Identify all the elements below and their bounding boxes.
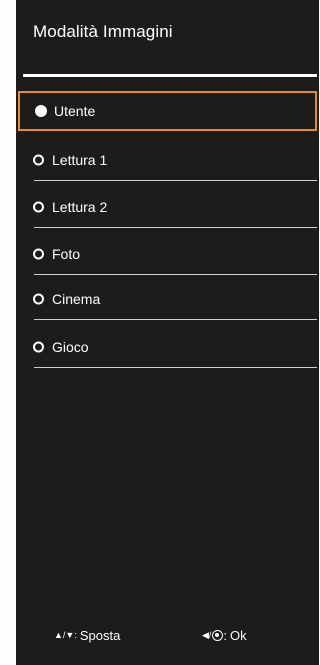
option-label: Gioco: [52, 339, 89, 355]
ok-hint-colon: :: [223, 628, 228, 643]
option-divider: [34, 180, 317, 181]
move-hint: ▲/▼: Sposta: [54, 628, 120, 643]
title-divider: [23, 74, 317, 77]
option-divider: [34, 367, 317, 368]
option-label: Lettura 1: [52, 152, 108, 168]
option-lettura-1[interactable]: Lettura 1: [18, 140, 317, 181]
move-hint-label: Sposta: [79, 628, 121, 643]
radio-unselected-icon: [33, 293, 44, 305]
option-label: Utente: [54, 103, 96, 119]
ok-hint-label: Ok: [230, 628, 247, 643]
radio-unselected-icon: [33, 341, 44, 353]
left-arrow-icon: ◀/: [202, 630, 212, 640]
option-label: Lettura 2: [52, 199, 108, 215]
radio-selected-icon: [35, 105, 47, 117]
picture-mode-menu: Modalità Immagini Utente Lettura 1 Lettu…: [16, 0, 319, 665]
key-hints-footer: ▲/▼: Sposta ◀/ : Ok: [16, 628, 319, 648]
option-label: Cinema: [52, 291, 101, 307]
ok-hint: ◀/ : Ok: [202, 628, 247, 643]
option-utente[interactable]: Utente: [18, 91, 317, 131]
option-gioco[interactable]: Gioco: [18, 327, 317, 368]
menu-title: Modalità Immagini: [33, 22, 173, 41]
option-divider: [34, 274, 317, 275]
option-label: Foto: [52, 246, 81, 262]
radio-unselected-icon: [33, 248, 44, 260]
option-foto[interactable]: Foto: [18, 234, 317, 275]
option-lettura-2[interactable]: Lettura 2: [18, 187, 317, 228]
option-cinema[interactable]: Cinema: [18, 279, 317, 320]
radio-unselected-icon: [33, 154, 44, 166]
radio-unselected-icon: [33, 201, 44, 213]
option-divider: [34, 319, 317, 320]
ok-button-icon: [212, 630, 224, 641]
option-divider: [34, 227, 317, 228]
up-down-arrow-icon: ▲/▼:: [54, 630, 77, 640]
